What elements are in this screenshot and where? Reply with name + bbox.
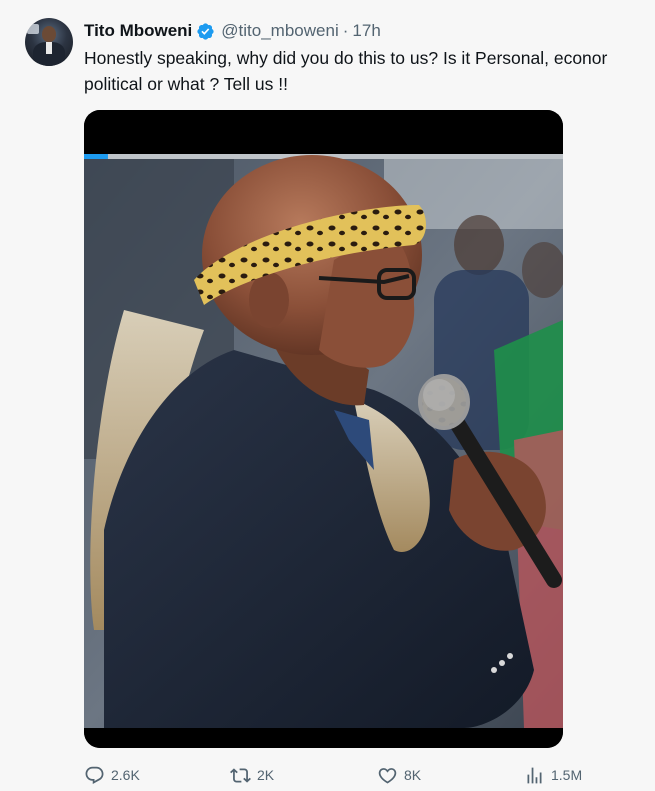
like-button[interactable]: 8K — [377, 760, 421, 790]
views-icon — [527, 767, 542, 783]
tweet-text-line-1: Honestly speaking, why did you do this t… — [84, 48, 608, 68]
video-progress-bar[interactable] — [84, 154, 108, 159]
tweet[interactable]: Tito Mboweni @tito_mboweni · 17h Honestl… — [0, 0, 655, 791]
retweet-button[interactable]: 2K — [230, 760, 274, 790]
author-name[interactable]: Tito Mboweni — [84, 21, 192, 41]
like-count: 8K — [404, 767, 422, 783]
tweet-text: Honestly speaking, why did you do this t… — [84, 45, 655, 97]
retweet-count: 2K — [257, 767, 275, 783]
views-button[interactable]: 1.5M — [524, 760, 582, 790]
verified-badge-icon — [197, 22, 214, 40]
retweet-icon — [230, 767, 251, 783]
tweet-text-line-2: political or what ? Tell us !! — [84, 74, 288, 94]
separator-dot: · — [342, 21, 349, 40]
author-handle[interactable]: @tito_mboweni — [221, 21, 338, 41]
reply-button[interactable]: 2.6K — [84, 760, 140, 790]
avatar[interactable] — [25, 18, 73, 66]
reply-count: 2.6K — [111, 767, 140, 783]
views-count: 1.5M — [551, 767, 583, 783]
video-frame — [84, 110, 563, 748]
tweet-actions: 2.6K 2K 8K 1.5M — [0, 760, 655, 790]
tweet-video[interactable] — [84, 110, 563, 748]
tweet-time[interactable]: 17h — [352, 21, 380, 41]
tweet-header: Tito Mboweni @tito_mboweni · 17h — [84, 20, 381, 42]
reply-icon — [85, 766, 104, 784]
like-icon — [378, 767, 397, 784]
